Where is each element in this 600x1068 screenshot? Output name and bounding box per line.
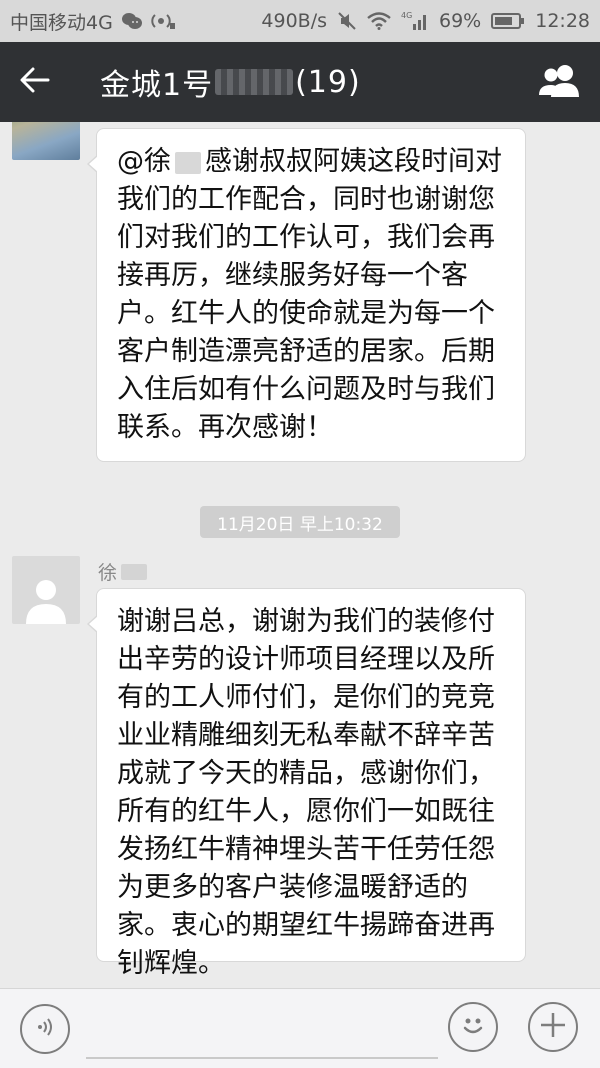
avatar[interactable] <box>12 122 80 160</box>
group-info-button[interactable] <box>520 42 600 122</box>
mute-icon <box>337 11 357 31</box>
redacted-text <box>121 563 148 580</box>
mention-text: @徐 <box>117 146 171 177</box>
plus-icon <box>539 1011 567 1043</box>
svg-text:4G: 4G <box>401 11 412 20</box>
clock: 12:28 <box>535 10 590 32</box>
message-text: 感谢叔叔阿姨这段时间对我们的工作配合，同时也谢谢您们对我们的工作认可，我们会再接… <box>117 146 502 443</box>
sender-name-text: 徐 <box>98 562 118 584</box>
voice-button[interactable] <box>20 1004 70 1054</box>
emoji-button[interactable] <box>448 1002 498 1052</box>
battery-icon <box>491 12 525 30</box>
redacted-text <box>215 69 294 95</box>
hotspot-icon <box>151 11 175 31</box>
group-members-icon <box>537 63 583 101</box>
input-bar <box>0 988 600 1068</box>
sender-name: 徐 <box>98 558 148 585</box>
message-input[interactable] <box>86 1003 438 1059</box>
chat-header: 金城1号 (19) <box>0 42 600 122</box>
back-button[interactable] <box>0 42 70 122</box>
more-button[interactable] <box>528 1002 578 1052</box>
carrier-label: 中国移动4G <box>10 11 113 34</box>
default-avatar-icon <box>26 580 66 624</box>
wechat-icon <box>121 12 143 30</box>
network-speed: 490B/s <box>261 10 327 32</box>
chat-title-name: 金城1号 <box>100 68 214 103</box>
signal-icon: 4G <box>401 10 429 32</box>
avatar[interactable] <box>12 556 80 624</box>
message-list[interactable]: @徐 感谢叔叔阿姨这段时间对我们的工作配合，同时也谢谢您们对我们的工作认可，我们会… <box>0 122 600 988</box>
chat-title: 金城1号 (19) <box>100 60 361 104</box>
emoji-icon <box>458 1010 488 1044</box>
redacted-text <box>175 151 201 174</box>
voice-icon <box>34 1016 56 1042</box>
message-bubble[interactable]: @徐 感谢叔叔阿姨这段时间对我们的工作配合，同时也谢谢您们对我们的工作认可，我们会… <box>87 128 526 462</box>
status-bar: 中国移动4G 490B/s 4G 69% 12:28 <box>0 0 600 42</box>
back-arrow-icon <box>20 67 50 97</box>
member-count: (19) <box>295 64 361 100</box>
message-text: 谢谢吕总，谢谢为我们的装修付出辛劳的设计师项目经理以及所有的工人师付们，是你们的… <box>117 606 495 979</box>
message-bubble[interactable]: 谢谢吕总，谢谢为我们的装修付出辛劳的设计师项目经理以及所有的工人师付们，是你们的… <box>87 588 526 979</box>
battery-percent: 69% <box>439 10 482 32</box>
wifi-icon <box>367 12 391 30</box>
timestamp-badge: 11月20日 早上10:32 <box>200 506 400 538</box>
